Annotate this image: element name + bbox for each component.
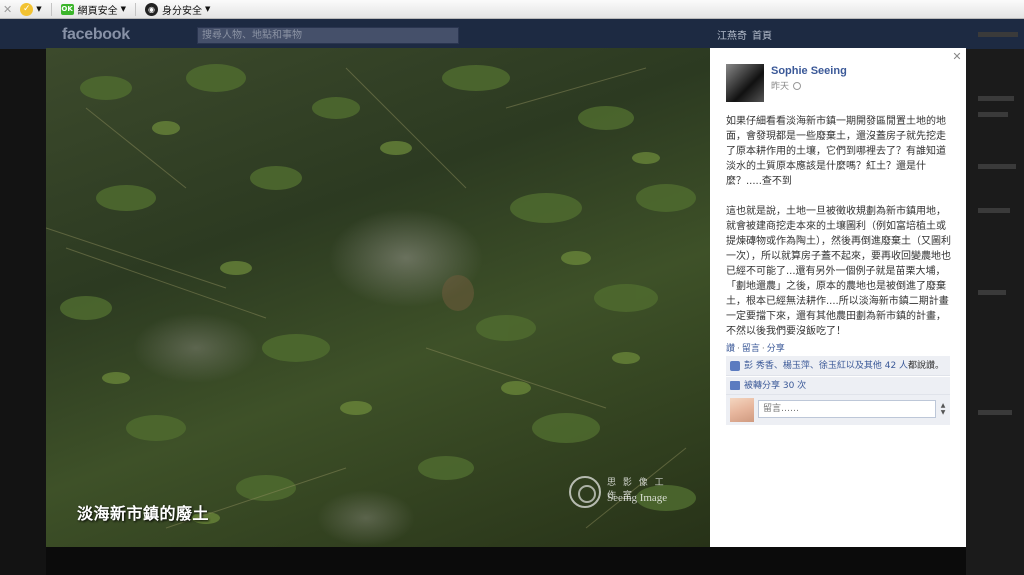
- photo-caption: 淡海新市鎮的廢土: [77, 504, 210, 523]
- background-right-column: [966, 49, 1024, 575]
- separator-dot: ·: [761, 344, 765, 354]
- post-timestamp: 昨天: [771, 79, 802, 92]
- likes-summary: 彭 秀香、楊玉萍、徐玉紅以及其他 42 人 都說讚。: [726, 356, 950, 376]
- background-text-line: [978, 164, 1016, 169]
- arrow-down-icon: ▼: [940, 409, 946, 416]
- watermark: 思 影 像 工 作 室 Seeing Image: [569, 472, 681, 512]
- like-link[interactable]: 讚: [726, 344, 735, 354]
- comment-input[interactable]: [758, 400, 936, 418]
- post-detail-panel: ✕ Sophie Seeing 昨天 如果仔細看看淡海新市鎮一期開發區閒置土地的…: [710, 48, 966, 547]
- author-avatar[interactable]: [726, 64, 764, 102]
- background-text-line: [978, 112, 1008, 117]
- separator-dot: ·: [737, 344, 740, 354]
- header-user-name: 江燕奇: [717, 31, 747, 42]
- toolbar-divider: [50, 2, 52, 16]
- background-left-column: [0, 49, 46, 575]
- identity-security-label: 身分安全: [162, 5, 202, 17]
- post-body: 如果仔細看看淡海新市鎮一期開發區閒置土地的地面，會發現都是一些廢棄土，還沒蓋房子…: [726, 114, 954, 354]
- toolbar-menu-button[interactable]: ✓ ▼: [14, 0, 47, 19]
- timestamp-text[interactable]: 昨天: [771, 79, 789, 92]
- shares-summary[interactable]: 被轉分享 30 次: [726, 377, 950, 395]
- thumbs-up-icon: [730, 360, 740, 371]
- comment-link[interactable]: 留言: [742, 344, 760, 354]
- ok-badge-icon: OK: [60, 3, 74, 15]
- search-input: 搜尋人物、地點和事物: [197, 27, 459, 44]
- globe-icon: [793, 81, 802, 90]
- background-text-line: [978, 290, 1006, 295]
- close-toolbar-icon[interactable]: ✕: [0, 0, 14, 19]
- comment-composer: ▲ ▼: [726, 395, 950, 425]
- watermark-english: Seeing Image: [607, 492, 668, 504]
- background-text-line: [978, 96, 1014, 101]
- post-paragraph: 這也就是說，土地一旦被徵收規劃為新市鎮用地，就會被建商挖走本來的土壤圖利（例如富…: [726, 206, 951, 337]
- post-paragraph: 如果仔細看看淡海新市鎮一期開發區閒置土地的地面，會發現都是一些廢棄土，還沒蓋房子…: [726, 116, 946, 187]
- browser-toolbar: ✕ ✓ ▼ OK 網頁安全 ▼ ◉ 身分安全 ▼: [0, 0, 1024, 19]
- chevron-down-icon: ▼: [205, 5, 211, 13]
- post-photo[interactable]: 淡海新市鎮的廢土 思 影 像 工 作 室 Seeing Image: [46, 48, 710, 547]
- author-name-link[interactable]: Sophie Seeing: [771, 65, 847, 77]
- comment-scroll-control[interactable]: ▲ ▼: [938, 400, 948, 418]
- shares-text[interactable]: 被轉分享 30 次: [744, 377, 806, 395]
- close-icon[interactable]: ✕: [951, 51, 963, 63]
- facebook-logo: facebook: [62, 26, 130, 43]
- chevron-down-icon: ▼: [36, 5, 42, 13]
- chevron-down-icon: ▼: [120, 5, 126, 13]
- share-link[interactable]: 分享: [767, 344, 785, 354]
- web-security-label: 網頁安全: [77, 5, 118, 17]
- background-text-line: [978, 410, 1012, 415]
- background-text-line: [978, 32, 1018, 37]
- commenter-avatar: [730, 398, 754, 422]
- toolbar-divider: [135, 2, 136, 16]
- identity-icon: ◉: [145, 2, 158, 16]
- likers-link[interactable]: 彭 秀香、楊玉萍、徐玉紅以及其他 42 人: [744, 356, 908, 376]
- web-security-button[interactable]: OK 網頁安全 ▼: [55, 0, 132, 19]
- watermark-logo-icon: [569, 476, 601, 508]
- arrow-up-icon: ▲: [940, 402, 946, 409]
- post-actions: 讚 · 留言 · 分享: [726, 341, 785, 354]
- facebook-header-bar: [0, 19, 1024, 49]
- share-icon: [730, 381, 740, 390]
- likes-suffix: 都說讚。: [908, 360, 945, 371]
- background-text-line: [978, 208, 1010, 213]
- header-home-link: 首頁: [752, 31, 772, 42]
- check-icon: ✓: [20, 2, 34, 16]
- identity-security-button[interactable]: ◉ 身分安全 ▼: [139, 0, 216, 19]
